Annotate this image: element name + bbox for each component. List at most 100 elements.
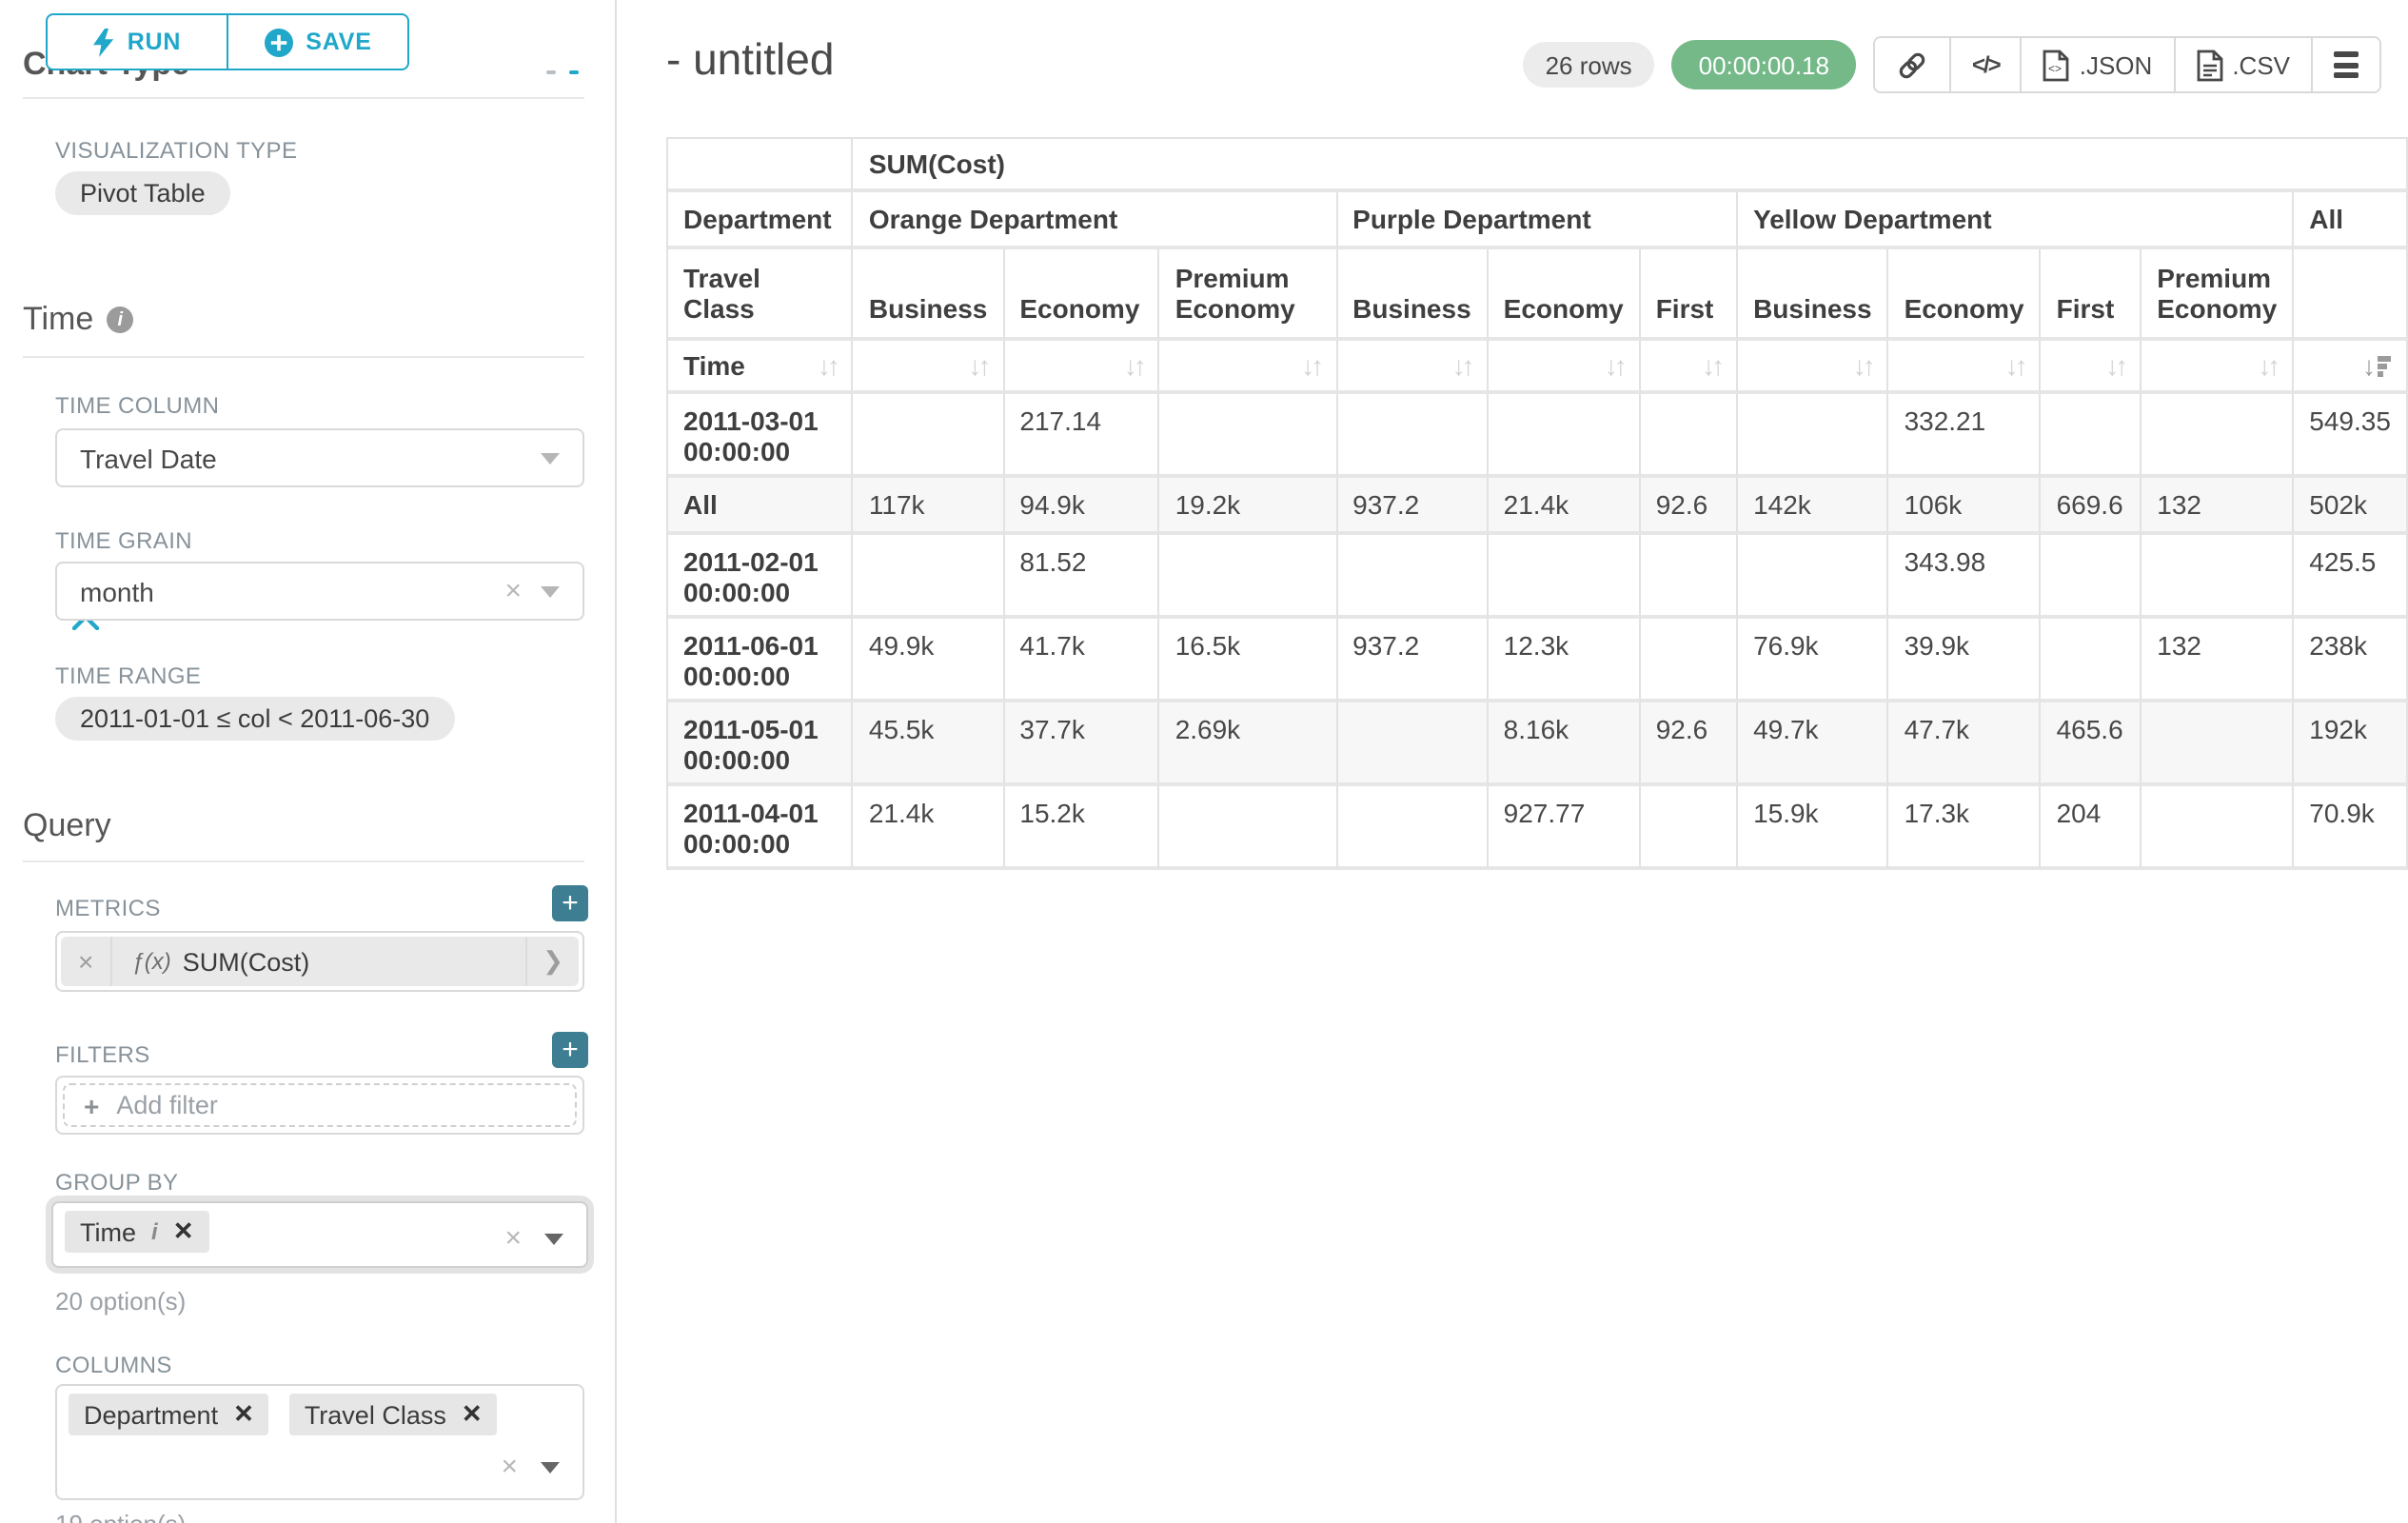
time-section-title: Time i bbox=[23, 301, 133, 339]
sort-icon[interactable]: ↓↑ bbox=[1853, 350, 1872, 381]
sort-icon[interactable]: ↓↑ bbox=[1301, 350, 1320, 381]
sort-header[interactable]: ↓↑ bbox=[1160, 341, 1337, 394]
sort-icon[interactable]: ↓↑ bbox=[1124, 350, 1143, 381]
add-filter-button[interactable]: + bbox=[552, 1032, 588, 1068]
sort-icon[interactable]: ↓↑ bbox=[1452, 350, 1471, 381]
table-row: 2011-04-01 00:00:00 21.4k 15.2k 927.77 1… bbox=[668, 786, 2408, 870]
sort-header[interactable]: ↓↑ bbox=[1889, 341, 2042, 394]
cell: 927.77 bbox=[1489, 786, 1641, 870]
cell: 21.4k bbox=[854, 786, 1005, 870]
columns-chip: Travel Class ✕ bbox=[289, 1394, 498, 1435]
sort-header[interactable]: ↓↑ bbox=[1738, 341, 1889, 394]
table-row: 2011-06-01 00:00:00 49.9k 41.7k 16.5k 93… bbox=[668, 619, 2408, 702]
add-metric-button[interactable]: + bbox=[552, 885, 588, 921]
sort-icon[interactable]: ↓↑ bbox=[1702, 350, 1721, 381]
chevron-right-icon[interactable]: ❯ bbox=[525, 937, 579, 986]
group-by-select[interactable]: Time i ✕ × bbox=[51, 1201, 588, 1268]
export-csv-button[interactable]: .CSV bbox=[2173, 38, 2311, 91]
cell bbox=[2142, 786, 2294, 870]
sort-icon[interactable]: ↓↑ bbox=[968, 350, 987, 381]
cell: 92.6 bbox=[1641, 702, 1738, 786]
clear-icon[interactable]: × bbox=[501, 1451, 518, 1483]
row-label: 2011-03-01 00:00:00 bbox=[668, 394, 854, 478]
sort-icon[interactable]: ↓↑ bbox=[1605, 350, 1624, 381]
time-range-chip[interactable]: 2011-01-01 ≤ col < 2011-06-30 bbox=[55, 697, 454, 741]
cell bbox=[1641, 786, 1738, 870]
cell: 937.2 bbox=[1337, 478, 1489, 535]
chevron-down-icon[interactable] bbox=[544, 1233, 563, 1244]
sort-header[interactable]: ↓↑ bbox=[1337, 341, 1489, 394]
export-button-group: </> <> .JSON bbox=[1873, 36, 2381, 93]
cell: 132 bbox=[2142, 478, 2294, 535]
cell: 465.6 bbox=[2042, 702, 2142, 786]
copy-link-button[interactable] bbox=[1875, 38, 1949, 91]
sort-descending-icon[interactable]: ↓ bbox=[2362, 352, 2391, 379]
sort-header-time[interactable]: Time↓↑ bbox=[668, 341, 854, 394]
save-button[interactable]: SAVE bbox=[227, 13, 409, 70]
add-filter-placeholder: Add filter bbox=[116, 1091, 218, 1119]
metrics-label: METRICS bbox=[55, 895, 161, 921]
cell: 21.4k bbox=[1489, 478, 1641, 535]
cell bbox=[1641, 619, 1738, 702]
embed-code-button[interactable]: </> bbox=[1949, 38, 2021, 91]
cell bbox=[1641, 394, 1738, 478]
chevron-down-icon bbox=[541, 452, 560, 464]
add-filter-dropzone[interactable]: + Add filter bbox=[63, 1083, 577, 1127]
chevron-down-icon[interactable] bbox=[541, 1461, 560, 1473]
cell: 19.2k bbox=[1160, 478, 1337, 535]
columns-chip: Department ✕ bbox=[69, 1394, 269, 1435]
sort-header[interactable]: ↓↑ bbox=[2142, 341, 2294, 394]
cell: 49.9k bbox=[854, 619, 1005, 702]
chart-panel: - untitled 26 rows 00:00:00.18 </> bbox=[619, 0, 2408, 1523]
columns-select[interactable]: Department ✕ Travel Class ✕ × bbox=[55, 1384, 584, 1500]
remove-metric-icon[interactable]: × bbox=[61, 937, 112, 986]
sort-icon[interactable]: ↓↑ bbox=[2005, 350, 2024, 381]
group-by-chip: Time i ✕ bbox=[65, 1211, 209, 1253]
export-json-button[interactable]: <> .JSON bbox=[2021, 38, 2174, 91]
overflow-dash-icon bbox=[546, 70, 556, 74]
metric-pill[interactable]: × ƒ(x) SUM(Cost) ❯ bbox=[61, 937, 579, 986]
time-column-select[interactable]: Travel Date bbox=[55, 428, 584, 487]
col-header: Economy bbox=[1004, 249, 1159, 341]
cell: 425.5 bbox=[2294, 535, 2408, 619]
visualization-type-chip[interactable]: Pivot Table bbox=[55, 171, 230, 215]
time-grain-select[interactable]: month × bbox=[55, 562, 584, 621]
sort-icon[interactable]: ↓↑ bbox=[2258, 350, 2277, 381]
columns-chip-label: Travel Class bbox=[305, 1400, 446, 1429]
department-dimension-header: Department bbox=[668, 192, 854, 249]
table-row: 2011-05-01 00:00:00 45.5k 37.7k 2.69k 8.… bbox=[668, 702, 2408, 786]
sort-header[interactable]: ↓↑ bbox=[854, 341, 1005, 394]
clear-icon[interactable]: × bbox=[504, 1222, 522, 1255]
cell: 41.7k bbox=[1004, 619, 1159, 702]
sort-icon[interactable]: ↓↑ bbox=[818, 350, 837, 381]
cell: 142k bbox=[1738, 478, 1889, 535]
cell: 8.16k bbox=[1489, 702, 1641, 786]
remove-chip-icon[interactable]: ✕ bbox=[462, 1399, 483, 1430]
remove-chip-icon[interactable]: ✕ bbox=[173, 1216, 194, 1247]
cell: 2.69k bbox=[1160, 702, 1337, 786]
sort-header[interactable]: ↓↑ bbox=[1641, 341, 1738, 394]
sort-header[interactable]: ↓↑ bbox=[1489, 341, 1641, 394]
sort-icon[interactable]: ↓↑ bbox=[2105, 350, 2124, 381]
run-button[interactable]: RUN bbox=[46, 13, 228, 70]
csv-file-icon bbox=[2196, 49, 2222, 81]
cell bbox=[1337, 394, 1489, 478]
table-row: 2011-02-01 00:00:00 81.52 343.98 425.5 bbox=[668, 535, 2408, 619]
lightning-bolt-icon bbox=[93, 28, 114, 56]
cell bbox=[2042, 619, 2142, 702]
info-icon: i bbox=[107, 307, 133, 333]
col-header: Business bbox=[1738, 249, 1889, 341]
more-options-button[interactable] bbox=[2311, 38, 2379, 91]
clear-icon[interactable]: × bbox=[504, 575, 522, 607]
sort-header-active[interactable]: ↓ bbox=[2294, 341, 2408, 394]
cell bbox=[2042, 394, 2142, 478]
col-header: First bbox=[1641, 249, 1738, 341]
columns-chip-label: Department bbox=[84, 1400, 218, 1429]
group-by-options-hint: 20 option(s) bbox=[55, 1287, 186, 1315]
sort-header[interactable]: ↓↑ bbox=[2042, 341, 2142, 394]
remove-chip-icon[interactable]: ✕ bbox=[233, 1399, 254, 1430]
select-controls: × bbox=[501, 1451, 560, 1483]
sort-header[interactable]: ↓↑ bbox=[1004, 341, 1159, 394]
cell: 81.52 bbox=[1004, 535, 1159, 619]
cell: 332.21 bbox=[1889, 394, 2042, 478]
